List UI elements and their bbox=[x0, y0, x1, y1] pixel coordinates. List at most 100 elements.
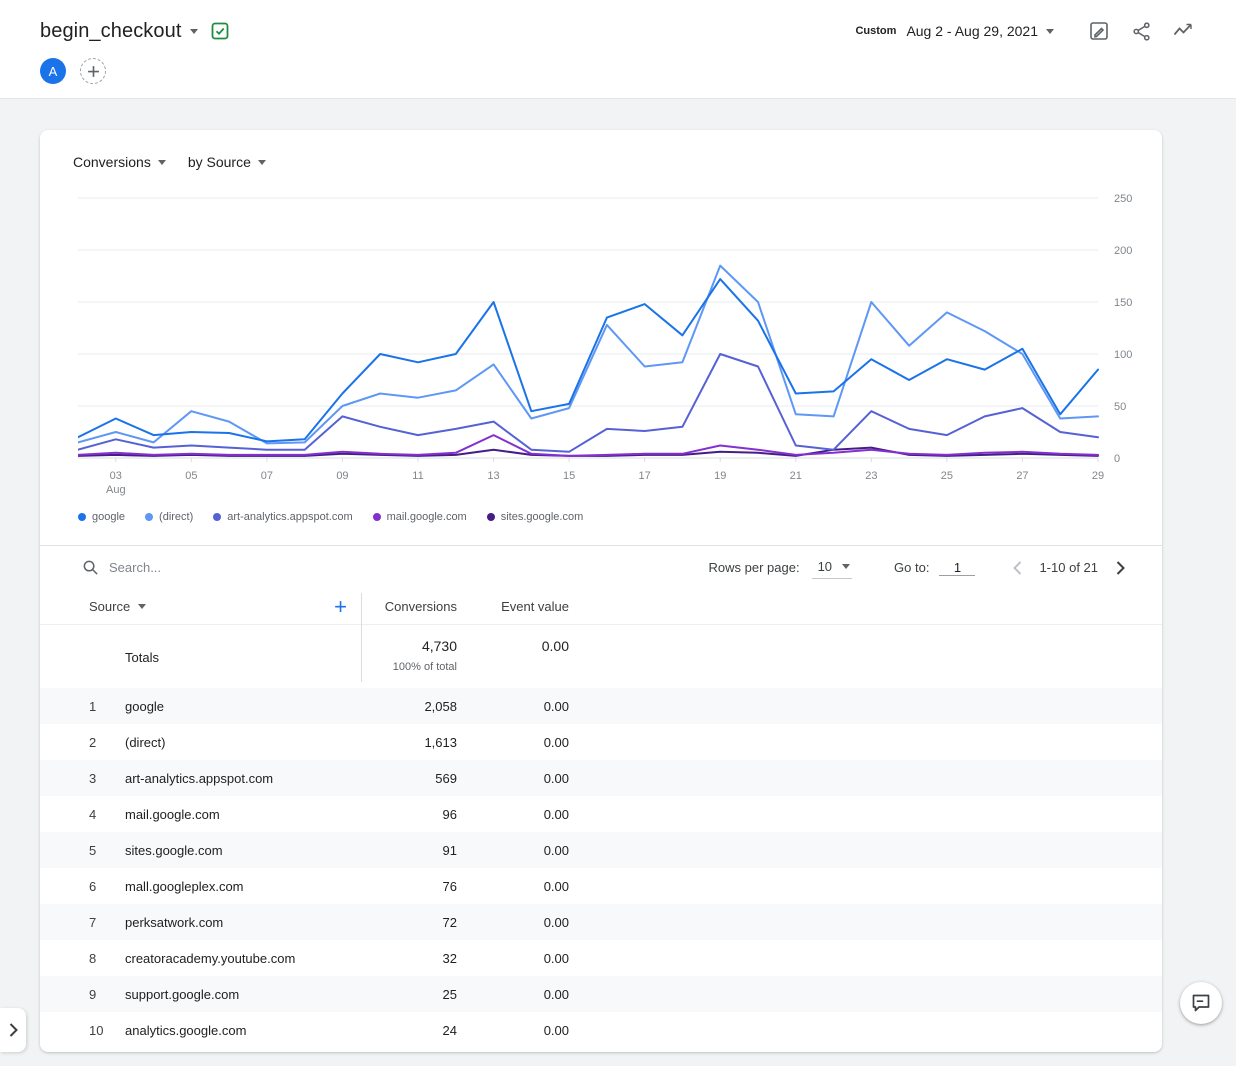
row-source: art-analytics.appspot.com bbox=[125, 771, 361, 786]
row-index: 8 bbox=[40, 951, 125, 966]
svg-text:Aug: Aug bbox=[106, 484, 126, 496]
feedback-button[interactable] bbox=[1180, 982, 1222, 1024]
row-index: 9 bbox=[40, 987, 125, 1002]
row-index: 1 bbox=[40, 699, 125, 714]
line-chart: 05010015020025003Aug05070911131517192123… bbox=[78, 186, 1162, 498]
table-body: 1google2,0580.002(direct)1,6130.003art-a… bbox=[40, 688, 1162, 1048]
comparison-chip-all-users[interactable]: A bbox=[40, 58, 66, 84]
legend-item: art-analytics.appspot.com bbox=[213, 511, 352, 523]
chevron-right-icon bbox=[8, 1022, 19, 1038]
row-conversions: 91 bbox=[361, 843, 457, 858]
row-source: google bbox=[125, 699, 361, 714]
conversion-check-icon[interactable] bbox=[210, 21, 230, 41]
row-source: perksatwork.com bbox=[125, 915, 361, 930]
legend-dot bbox=[78, 513, 86, 521]
row-source: support.google.com bbox=[125, 987, 361, 1002]
chevron-down-icon bbox=[1046, 29, 1054, 34]
chevron-down-icon bbox=[842, 564, 850, 569]
table-row[interactable]: 3art-analytics.appspot.com5690.00 bbox=[40, 760, 1162, 796]
svg-text:15: 15 bbox=[563, 470, 575, 482]
insights-icon[interactable] bbox=[1170, 18, 1196, 44]
svg-text:05: 05 bbox=[185, 470, 197, 482]
table-row[interactable]: 4mail.google.com960.00 bbox=[40, 796, 1162, 832]
svg-text:0: 0 bbox=[1114, 453, 1120, 465]
pagination-range-label: 1-10 of 21 bbox=[1039, 560, 1098, 575]
table-row[interactable]: 7perksatwork.com720.00 bbox=[40, 904, 1162, 940]
row-index: 5 bbox=[40, 843, 125, 858]
row-event-value: 0.00 bbox=[457, 879, 569, 894]
dimension-selector[interactable]: by Source bbox=[188, 154, 266, 170]
share-icon[interactable] bbox=[1128, 18, 1154, 44]
table-row[interactable]: 1google2,0580.00 bbox=[40, 688, 1162, 724]
previous-page-button[interactable] bbox=[1005, 556, 1029, 580]
metric-selector[interactable]: Conversions bbox=[73, 154, 166, 170]
legend-dot bbox=[213, 513, 221, 521]
row-event-value: 0.00 bbox=[457, 771, 569, 786]
table-row[interactable]: 9support.google.com250.00 bbox=[40, 976, 1162, 1012]
svg-text:19: 19 bbox=[714, 470, 726, 482]
next-page-button[interactable] bbox=[1108, 556, 1132, 580]
source-header-label: Source bbox=[89, 599, 130, 614]
table-row[interactable]: 8creatoracademy.youtube.com320.00 bbox=[40, 940, 1162, 976]
svg-text:25: 25 bbox=[941, 470, 953, 482]
column-header-source[interactable]: Source bbox=[89, 599, 146, 614]
expand-nav-button[interactable] bbox=[0, 1008, 26, 1052]
row-event-value: 0.00 bbox=[457, 987, 569, 1002]
svg-text:11: 11 bbox=[412, 470, 423, 482]
table-row[interactable]: 6mall.googleplex.com760.00 bbox=[40, 868, 1162, 904]
row-conversions: 1,613 bbox=[361, 735, 457, 750]
row-conversions: 72 bbox=[361, 915, 457, 930]
svg-text:27: 27 bbox=[1016, 470, 1028, 482]
row-conversions: 96 bbox=[361, 807, 457, 822]
row-event-value: 0.00 bbox=[457, 735, 569, 750]
row-conversions: 32 bbox=[361, 951, 457, 966]
row-conversions: 76 bbox=[361, 879, 457, 894]
row-index: 2 bbox=[40, 735, 125, 750]
page-title: begin_checkout bbox=[40, 20, 182, 43]
totals-label: Totals bbox=[125, 638, 361, 665]
date-range-selector[interactable]: Aug 2 - Aug 29, 2021 bbox=[906, 23, 1054, 39]
rows-per-page-label: Rows per page: bbox=[709, 560, 800, 575]
chevron-down-icon bbox=[138, 604, 146, 609]
row-source: creatoracademy.youtube.com bbox=[125, 951, 361, 966]
rows-per-page-select[interactable]: 10 bbox=[812, 557, 852, 579]
svg-text:21: 21 bbox=[790, 470, 802, 482]
row-source: mall.googleplex.com bbox=[125, 879, 361, 894]
table-row[interactable]: 2(direct)1,6130.00 bbox=[40, 724, 1162, 760]
plus-icon bbox=[87, 65, 100, 78]
row-event-value: 0.00 bbox=[457, 807, 569, 822]
avatar-letter: A bbox=[49, 64, 58, 79]
row-index: 3 bbox=[40, 771, 125, 786]
edit-report-icon[interactable] bbox=[1086, 18, 1112, 44]
row-event-value: 0.00 bbox=[457, 699, 569, 714]
add-comparison-button[interactable] bbox=[80, 58, 106, 84]
report-title-selector[interactable]: begin_checkout bbox=[40, 20, 198, 43]
add-column-button[interactable]: + bbox=[334, 596, 347, 618]
table-toolbar: Rows per page: 10 Go to: 1-10 of 21 bbox=[40, 545, 1162, 589]
row-source: (direct) bbox=[125, 735, 361, 750]
legend-item: mail.google.com bbox=[373, 511, 467, 523]
column-header-event-value[interactable]: Event value bbox=[457, 599, 569, 614]
row-event-value: 0.00 bbox=[457, 843, 569, 858]
dimension-selector-label: by Source bbox=[188, 154, 251, 170]
goto-page-input[interactable] bbox=[939, 560, 975, 576]
svg-text:09: 09 bbox=[336, 470, 348, 482]
chevron-down-icon bbox=[190, 29, 198, 34]
table-row[interactable]: 5sites.google.com910.00 bbox=[40, 832, 1162, 868]
row-event-value: 0.00 bbox=[457, 1023, 569, 1038]
row-conversions: 25 bbox=[361, 987, 457, 1002]
svg-text:03: 03 bbox=[110, 470, 122, 482]
report-header: begin_checkout Custom Aug 2 - Aug 29, 20… bbox=[0, 0, 1236, 99]
svg-text:07: 07 bbox=[261, 470, 273, 482]
legend-label: (direct) bbox=[159, 511, 193, 523]
date-range-text: Aug 2 - Aug 29, 2021 bbox=[906, 23, 1038, 39]
svg-text:100: 100 bbox=[1114, 349, 1132, 361]
svg-text:13: 13 bbox=[487, 470, 499, 482]
table-row[interactable]: 10analytics.google.com240.00 bbox=[40, 1012, 1162, 1048]
search-input[interactable] bbox=[109, 560, 369, 575]
legend-item: google bbox=[78, 511, 125, 523]
svg-text:150: 150 bbox=[1114, 297, 1132, 309]
row-source: mail.google.com bbox=[125, 807, 361, 822]
totals-conversions: 4,730 bbox=[361, 638, 457, 654]
column-header-conversions[interactable]: Conversions bbox=[361, 599, 457, 614]
